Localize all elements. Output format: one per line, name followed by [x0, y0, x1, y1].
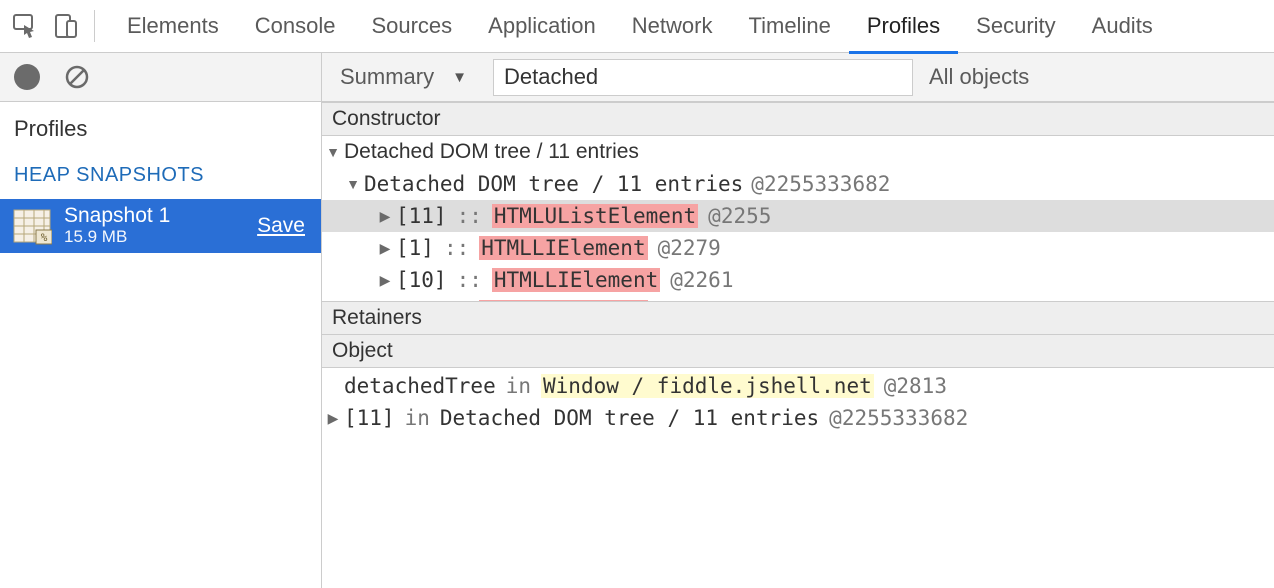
- sep: ::: [457, 204, 482, 228]
- sidebar-title: Profiles: [0, 102, 321, 164]
- tab-network[interactable]: Network: [614, 0, 731, 53]
- object-count: [11]: [396, 204, 447, 228]
- in-word: in: [506, 374, 531, 398]
- retainer-row[interactable]: ▶[11] in Detached DOM tree / 11 entries @22…: [322, 402, 1274, 434]
- caret-right-icon: ▶: [378, 208, 392, 225]
- tree-row-label: Detached DOM tree / 11 entries: [364, 172, 743, 196]
- profiles-toolbar: [0, 53, 321, 102]
- clear-button[interactable]: [62, 62, 92, 92]
- inspect-element-icon[interactable]: [8, 9, 42, 43]
- profiles-main-toolbar: Summary ▼ All objects: [322, 53, 1274, 102]
- tab-security[interactable]: Security: [958, 0, 1073, 53]
- profiles-main: Summary ▼ All objects Constructor ▼ Deta…: [322, 53, 1274, 588]
- devtools-tabbar: ElementsConsoleSourcesApplicationNetwork…: [0, 0, 1274, 53]
- snapshot-size: 15.9 MB: [64, 227, 257, 247]
- view-mode-label: Summary: [340, 64, 434, 90]
- object-count: [1]: [396, 236, 434, 260]
- object-id: @2255333682: [829, 406, 968, 430]
- object-scope-label: All objects: [929, 64, 1029, 89]
- view-mode-select[interactable]: Summary ▼: [336, 64, 477, 90]
- caret-right-icon: ▶: [378, 272, 392, 289]
- sep: ::: [457, 268, 482, 292]
- tab-console[interactable]: Console: [237, 0, 354, 53]
- device-toggle-icon[interactable]: [48, 9, 82, 43]
- constructor-tree[interactable]: ▼ Detached DOM tree / 11 entries ▼ Detac…: [322, 136, 1274, 301]
- snapshot-save-link[interactable]: Save: [257, 214, 309, 238]
- tree-row-object[interactable]: ▶[1]::HTMLLIElement @2279: [322, 232, 1274, 264]
- chevron-down-icon: ▼: [452, 69, 467, 86]
- variable-name: detachedTree: [344, 374, 496, 398]
- tree-row-label: Detached DOM tree / 11 entries: [344, 140, 639, 164]
- object-count: [11]: [344, 406, 395, 430]
- snapshot-name: Snapshot 1: [64, 205, 257, 227]
- tree-row-group[interactable]: ▼ Detached DOM tree / 11 entries @225533…: [322, 168, 1274, 200]
- record-button[interactable]: [14, 64, 40, 90]
- tree-row-object[interactable]: ▶[11]::HTMLUListElement @2255: [322, 200, 1274, 232]
- caret-down-icon: ▼: [346, 176, 360, 192]
- object-id: @2261: [670, 268, 733, 292]
- tab-timeline[interactable]: Timeline: [730, 0, 848, 53]
- context-name: Window / fiddle.jshell.net: [541, 374, 874, 398]
- retainer-row[interactable]: ▶detachedTreeinWindow / fiddle.jshell.ne…: [322, 370, 1274, 402]
- object-id: @2813: [884, 374, 947, 398]
- caret-right-icon: ▶: [378, 240, 392, 257]
- caret-down-icon: ▼: [326, 144, 340, 160]
- object-scope-select[interactable]: All objects: [929, 64, 1029, 90]
- context-name: Detached DOM tree / 11 entries: [440, 406, 819, 430]
- tab-sources[interactable]: Sources: [353, 0, 470, 53]
- svg-text:%: %: [41, 231, 48, 244]
- object-column-header[interactable]: Object: [322, 335, 1274, 368]
- class-name: HTMLLIElement: [492, 268, 660, 292]
- tree-row-root[interactable]: ▼ Detached DOM tree / 11 entries: [322, 136, 1274, 168]
- caret-right-icon: ▶: [326, 410, 340, 427]
- tree-row-object[interactable]: ▶[10]::HTMLLIElement @2261: [322, 264, 1274, 296]
- snapshot-icon: %: [12, 206, 52, 246]
- retainers-tree[interactable]: ▶detachedTree in Window / fiddle.jshell.ne…: [322, 368, 1274, 588]
- class-name: HTMLLIElement: [479, 236, 647, 260]
- sep: ::: [444, 236, 469, 260]
- snapshot-item[interactable]: % Snapshot 1 15.9 MB Save: [0, 199, 321, 253]
- object-id: @2255333682: [751, 172, 890, 196]
- retainers-header: Retainers: [322, 301, 1274, 335]
- in-word: in: [405, 406, 430, 430]
- object-id: @2279: [658, 236, 721, 260]
- profiles-sidebar: Profiles HEAP SNAPSHOTS % Snapshot 1: [0, 53, 322, 588]
- constructor-column-header[interactable]: Constructor: [322, 102, 1274, 136]
- object-id: @2255: [708, 204, 771, 228]
- tab-audits[interactable]: Audits: [1074, 0, 1171, 53]
- object-count: [10]: [396, 268, 447, 292]
- tab-elements[interactable]: Elements: [109, 0, 237, 53]
- sidebar-section-heap: HEAP SNAPSHOTS: [0, 164, 321, 199]
- class-name: HTMLUListElement: [492, 204, 698, 228]
- tabbar-divider: [94, 10, 95, 42]
- tab-profiles[interactable]: Profiles: [849, 0, 958, 53]
- class-filter-input[interactable]: [493, 59, 913, 96]
- tab-application[interactable]: Application: [470, 0, 614, 53]
